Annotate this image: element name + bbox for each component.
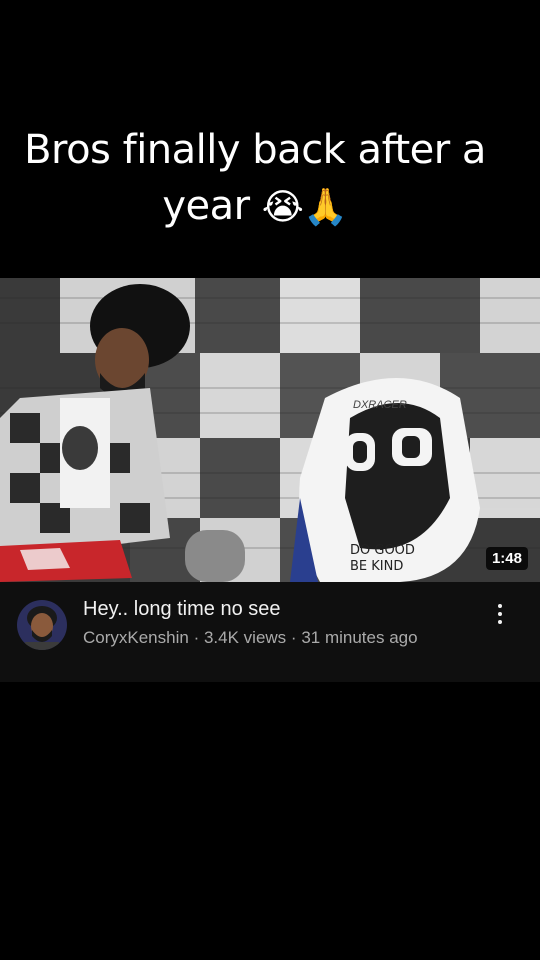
chair-text-line2: BE KIND	[350, 559, 403, 574]
channel-avatar[interactable]	[17, 600, 67, 650]
duration-badge: 1:48	[485, 547, 528, 570]
caption-text: Bros finally back after a year	[24, 127, 486, 229]
thumbnail-image: DXRACER DO GOOD BE KIND	[0, 278, 540, 582]
video-info-card[interactable]: Hey.. long time no see CoryxKenshin · 3.…	[0, 582, 540, 682]
video-meta: CoryxKenshin · 3.4K views · 31 minutes a…	[83, 628, 418, 648]
upload-age: 31 minutes ago	[301, 628, 418, 647]
video-thumbnail[interactable]: DXRACER DO GOOD BE KIND 1:48	[0, 278, 540, 582]
chair-brand: DXRACER	[353, 399, 407, 411]
caption: Bros finally back after a year 😭🙏	[0, 122, 510, 236]
caption-emojis: 😭🙏	[261, 187, 348, 228]
video-title[interactable]: Hey.. long time no see	[83, 598, 281, 621]
view-count: 3.4K views	[203, 628, 287, 647]
more-vertical-icon[interactable]	[488, 600, 512, 630]
meta-separator: ·	[193, 628, 200, 647]
channel-name[interactable]: CoryxKenshin	[83, 628, 189, 647]
chair-text-line1: DO GOOD	[350, 543, 415, 558]
meta-separator-2: ·	[290, 628, 297, 647]
